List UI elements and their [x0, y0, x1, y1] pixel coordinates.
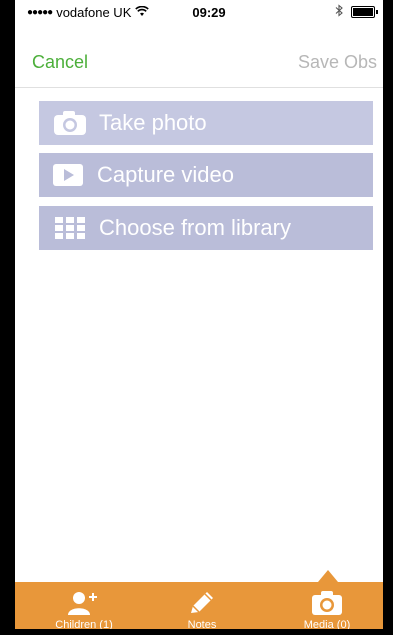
video-play-icon	[51, 161, 85, 189]
take-photo-button[interactable]: Take photo	[39, 101, 373, 145]
tab-children-label: Children (1)	[55, 619, 113, 629]
active-tab-indicator	[318, 570, 338, 582]
capture-video-button[interactable]: Capture video	[39, 153, 373, 197]
save-obs-button[interactable]: Save Obs	[298, 52, 377, 73]
status-bar: ●●●●● vodafone UK 09:29	[15, 0, 383, 24]
tab-notes-label: Notes	[187, 619, 217, 629]
tab-children[interactable]: Children (1)	[23, 582, 145, 629]
cancel-button[interactable]: Cancel	[32, 52, 88, 73]
take-photo-label: Take photo	[99, 110, 207, 135]
status-time: 09:29	[192, 5, 226, 20]
battery-icon	[351, 6, 378, 18]
pencil-icon	[187, 590, 217, 616]
status-time-wrap: 09:29	[15, 5, 383, 20]
choose-from-library-label: Choose from library	[99, 215, 291, 240]
device-frame-right	[383, 0, 393, 635]
tab-media-label: Media (0)	[303, 619, 351, 629]
tab-media[interactable]: Media (0)	[266, 582, 383, 629]
navigation-bar: Cancel Save Obs	[15, 24, 383, 88]
device-frame-left	[0, 0, 15, 635]
tab-notes[interactable]: Notes	[141, 582, 263, 629]
choose-from-library-button[interactable]: Choose from library	[39, 206, 373, 250]
camera-icon	[311, 590, 343, 616]
camera-icon	[53, 109, 87, 137]
bluetooth-icon	[335, 4, 343, 20]
grid-icon	[53, 214, 87, 242]
add-person-icon	[67, 590, 101, 616]
status-right	[335, 4, 378, 20]
capture-video-label: Capture video	[97, 162, 234, 187]
device-frame-bottom	[0, 629, 393, 635]
tab-bar: Children (1) Notes Media (0)	[15, 582, 383, 629]
app-screen: ●●●●● vodafone UK 09:29 Cancel Save Obs …	[15, 0, 383, 629]
